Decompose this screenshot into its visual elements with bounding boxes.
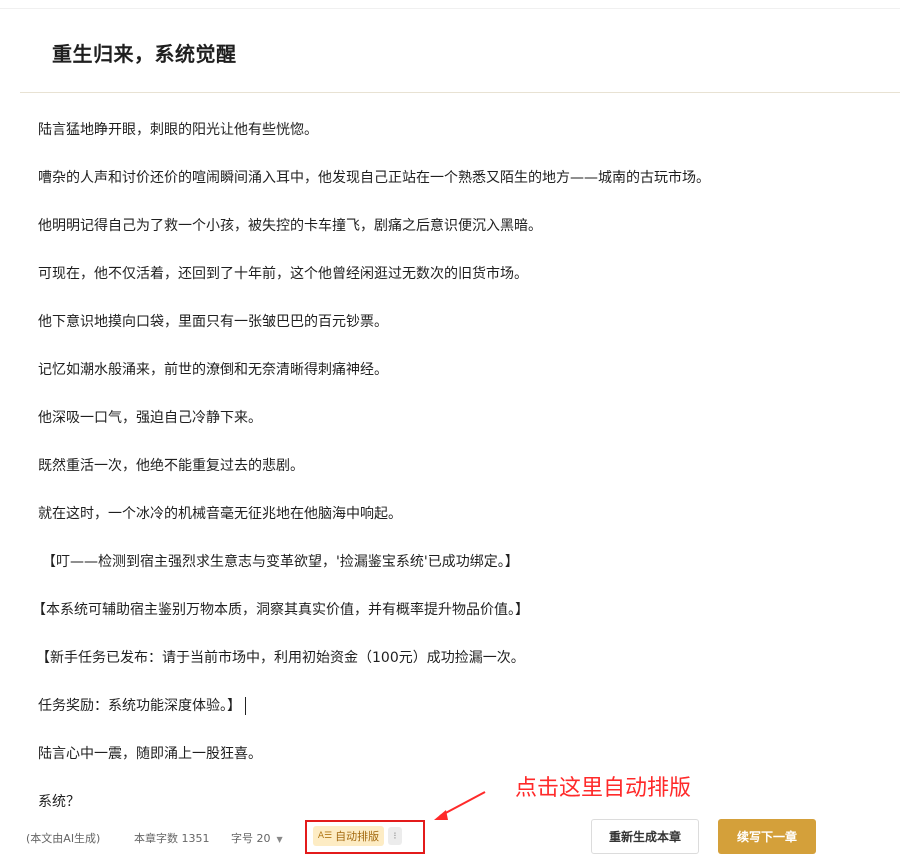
paragraph: 【本系统可辅助宿主鉴别万物本质，洞察其真实价值，并有概率提升物品价值。】 (32, 602, 529, 618)
font-size-label: 字号 20 (231, 832, 271, 845)
chevron-down-icon: ▼ (276, 835, 283, 844)
paragraph-with-cursor: 任务奖励：系统功能深度体验。】 (38, 695, 888, 717)
paragraph: 陆言猛地睁开眼，刺眼的阳光让他有些恍惚。 (38, 122, 318, 138)
editor-footer: (本文由AI生成) 本章字数 1351 字号 20 ▼ A☰ 自动排版 ⁝ 重新生… (0, 816, 900, 860)
chapter-title: 重生归来，系统觉醒 (52, 42, 237, 66)
paragraph: 【新手任务已发布：请于当前市场中，利用初始资金（100元）成功捡漏一次。 (36, 650, 525, 666)
continue-next-chapter-button[interactable]: 续写下一章 (718, 819, 816, 854)
auto-format-button[interactable]: A☰ 自动排版 (313, 826, 384, 846)
top-divider (0, 8, 900, 9)
paragraph: 既然重活一次，他绝不能重复过去的悲剧。 (38, 458, 304, 474)
auto-format-label: 自动排版 (335, 830, 380, 843)
paragraph: 他下意识地摸向口袋，里面只有一张皱巴巴的百元钞票。 (38, 314, 388, 330)
annotation-text: 点击这里自动排版 (515, 776, 692, 801)
format-text-icon: A☰ (317, 831, 333, 841)
paragraph: 他明明记得自己为了救一个小孩，被失控的卡车撞飞，剧痛之后意识便沉入黑暗。 (38, 218, 542, 234)
title-divider (20, 92, 900, 93)
chapter-content[interactable]: 陆言猛地睁开眼，刺眼的阳光让他有些恍惚。 嘈杂的人声和讨价还价的喧闹瞬间涌入耳中… (32, 119, 888, 839)
ai-generated-note: (本文由AI生成) (26, 832, 101, 845)
paragraph: 记忆如潮水般涌来，前世的潦倒和无奈清晰得刺痛神经。 (38, 362, 388, 378)
paragraph: 嘈杂的人声和讨价还价的喧闹瞬间涌入耳中，他发现自己正站在一个熟悉又陌生的地方——… (38, 170, 710, 186)
paragraph: 【叮——检测到宿主强烈求生意志与变革欲望，'捡漏鉴宝系统'已成功绑定。】 (42, 554, 519, 570)
regenerate-chapter-button[interactable]: 重新生成本章 (591, 819, 699, 854)
paragraph: 陆言心中一震，随即涌上一股狂喜。 (38, 746, 262, 762)
word-count: 本章字数 1351 (134, 832, 210, 845)
paragraph: 他深吸一口气，强迫自己冷静下来。 (38, 410, 262, 426)
paragraph: 可现在，他不仅活着，还回到了十年前，这个他曾经闲逛过无数次的旧货市场。 (38, 266, 528, 282)
paragraph-text: 任务奖励：系统功能深度体验。】 (38, 698, 241, 714)
paragraph: 就在这时，一个冰冷的机械音毫无征兆地在他脑海中响起。 (38, 506, 402, 522)
text-cursor (245, 697, 246, 715)
font-size-select[interactable]: 字号 20 ▼ (231, 830, 283, 846)
more-options-button[interactable]: ⁝ (388, 827, 402, 845)
